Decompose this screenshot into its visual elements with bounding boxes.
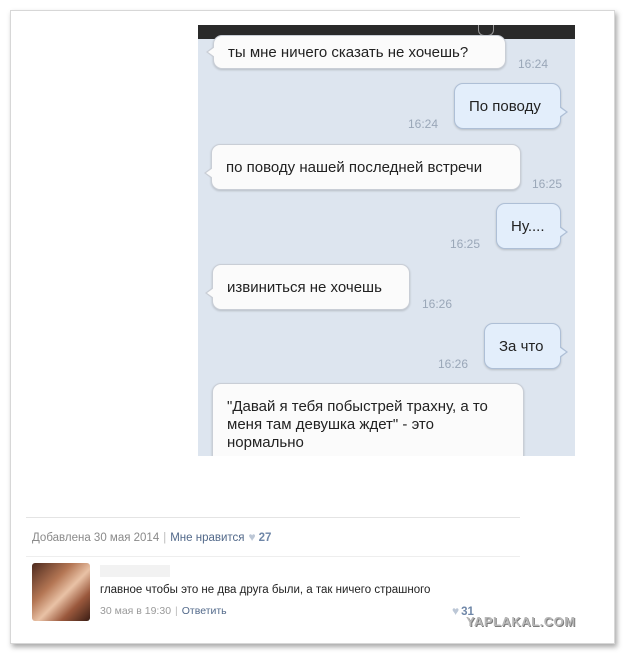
comment-meta: 30 мая в 19:30 | Ответить: [100, 605, 227, 617]
message-time: 16:24: [518, 57, 549, 71]
comment-text: главное чтобы это не два друга были, а т…: [100, 584, 431, 596]
chat-screenshot: ты мне ничего сказать не хочешь? 16:24 П…: [198, 25, 575, 456]
message-bubble-incoming: "Давай я тебя побыстрей трахну, а то мен…: [212, 383, 524, 456]
message-text: ты мне ничего сказать не хочешь?: [228, 43, 469, 61]
message-text: По поводу: [469, 97, 541, 115]
message-time: 16:25: [450, 237, 481, 251]
message-text: извиниться не хочешь: [227, 278, 382, 296]
message-bubble-incoming: по поводу нашей последней встречи: [204, 144, 521, 190]
message-text: Ну....: [511, 217, 545, 235]
divider: [26, 517, 520, 518]
message-bubble-incoming: извиниться не хочешь: [205, 264, 410, 310]
message-time: 16:25: [532, 177, 563, 191]
avatar[interactable]: [32, 563, 90, 621]
heart-icon[interactable]: ♥: [452, 604, 459, 618]
message-time: 16:24: [408, 117, 439, 131]
message-time: 16:26: [422, 297, 453, 311]
divider: [26, 556, 520, 557]
like-count: 27: [258, 532, 272, 544]
message-bubble-outgoing: За что: [484, 323, 568, 369]
message-text: по поводу нашей последней встречи: [226, 158, 483, 176]
message-bubble-outgoing: Ну....: [496, 203, 568, 249]
watermark: YAPLAKAL.COM: [466, 614, 576, 629]
comment-author-hidden: [100, 565, 170, 577]
post-meta: Добавлена 30 мая 2014 | Мне нравится ♥ 27: [32, 530, 272, 544]
message-text: "Давай я тебя побыстрей трахну, а то мен…: [227, 398, 488, 451]
message-bubble-incoming: ты мне ничего сказать не хочешь?: [206, 35, 506, 69]
message-bubble-outgoing: По поводу: [454, 83, 568, 129]
reply-link[interactable]: Ответить: [182, 605, 227, 617]
post-date: Добавлена 30 мая 2014: [32, 532, 160, 544]
like-button[interactable]: Мне нравится: [170, 532, 244, 544]
comment-date[interactable]: 30 мая в 19:30: [100, 605, 171, 617]
heart-icon[interactable]: ♥: [249, 530, 256, 544]
message-time: 16:26: [438, 357, 469, 371]
message-text: За что: [499, 337, 544, 355]
